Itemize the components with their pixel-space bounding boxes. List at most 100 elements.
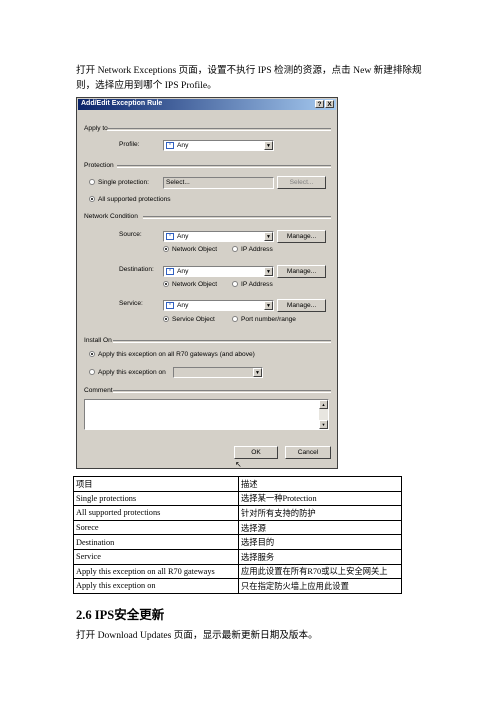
profile-label: Profile: [119, 141, 140, 148]
help-button[interactable]: ? [315, 100, 324, 108]
radio-icon [89, 196, 95, 203]
section-heading: 2.6 IPS安全更新 [76, 608, 165, 622]
ip-address-label: IP Address [241, 281, 273, 288]
comment-section: Comment [84, 387, 113, 394]
close-button[interactable]: X [325, 100, 334, 108]
table-cell: Apply this exception on [73, 578, 239, 594]
radio-icon [163, 246, 169, 253]
source-value: Any [177, 233, 189, 240]
single-protection-radio[interactable]: Single protection: [89, 179, 149, 186]
chevron-down-icon[interactable]: ▼ [264, 301, 273, 310]
object-icon: * [166, 268, 174, 275]
source-label: Source: [119, 231, 142, 238]
table-cell: 选择源 [238, 519, 402, 536]
apply-on-radio[interactable]: Apply this exception on [89, 369, 166, 376]
service-dropdown[interactable]: * Any ▼ [163, 300, 274, 311]
destination-ip-address-radio[interactable]: IP Address [232, 281, 273, 288]
select-button[interactable]: Select... [277, 176, 326, 189]
service-object-radio[interactable]: Service Object [163, 316, 215, 323]
scroll-down-icon[interactable]: ▼ [319, 420, 328, 429]
table-row: Destination 选择目的 [73, 534, 402, 550]
comment-scrollbar[interactable]: ▲ ▼ [319, 400, 328, 429]
table-header-row: 项目 描述 [73, 476, 402, 492]
ok-button[interactable]: OK [234, 446, 278, 459]
object-icon: * [166, 142, 174, 149]
protection-section: Protection [84, 162, 114, 169]
outro-paragraph: 打开 Download Updates 页面，显示最新更新日期及版本。 [76, 630, 318, 641]
source-ip-address-radio[interactable]: IP Address [232, 246, 273, 253]
destination-manage-button[interactable]: Manage... [277, 265, 326, 278]
gateway-dropdown[interactable]: ▼ [173, 367, 263, 378]
radio-icon [89, 369, 95, 376]
apply-on-label: Apply this exception on [98, 369, 166, 376]
single-protection-value: Select... [166, 179, 190, 186]
cancel-button[interactable]: Cancel [285, 446, 331, 459]
table-cell: All supported protections [73, 505, 239, 521]
destination-value: Any [177, 268, 189, 275]
chevron-down-icon[interactable]: ▼ [264, 141, 273, 150]
chevron-down-icon[interactable]: ▼ [264, 267, 273, 276]
table-cell: 选择目的 [238, 534, 402, 550]
table-row: Apply this exception on all R70 gateways… [73, 563, 402, 580]
table-cell: Apply this exception on all R70 gateways [73, 563, 239, 580]
service-manage-button[interactable]: Manage... [277, 299, 326, 312]
source-manage-button[interactable]: Manage... [277, 230, 326, 243]
divider [113, 340, 331, 343]
all-protections-radio[interactable]: All supported protections [89, 196, 171, 203]
apply-all-label: Apply this exception on all R70 gateways… [98, 351, 255, 358]
mouse-cursor-icon: ↖ [235, 460, 242, 469]
install-on-section: Install On [84, 337, 112, 344]
port-number-label: Port number/range [241, 316, 296, 323]
dialog-title: Add/Edit Exception Rule [81, 100, 163, 107]
network-object-label: Network Object [172, 246, 218, 253]
table-cell: Destination [73, 534, 239, 550]
dialog-titlebar: Add/Edit Exception Rule ? X [78, 99, 336, 110]
service-value: Any [177, 302, 189, 309]
destination-network-object-radio[interactable]: Network Object [163, 281, 217, 288]
chevron-down-icon[interactable]: ▼ [253, 368, 262, 377]
service-label: Service: [119, 300, 143, 307]
divider [107, 128, 331, 131]
source-network-object-radio[interactable]: Network Object [163, 246, 217, 253]
table-header-cell: 描述 [238, 476, 402, 492]
radio-icon [163, 281, 169, 288]
table-row: Single protections 选择某一种Protection [73, 490, 402, 507]
table-row: Sorece 选择源 [73, 519, 402, 536]
exception-rule-dialog: Add/Edit Exception Rule ? X Apply to Pro… [76, 97, 338, 469]
table-cell: 针对所有支持的防护 [238, 505, 402, 521]
destination-dropdown[interactable]: * Any ▼ [163, 266, 274, 277]
profile-dropdown[interactable]: * Any ▼ [163, 140, 274, 151]
description-table: 项目 描述 Single protections 选择某一种Protection… [73, 476, 402, 594]
port-number-radio[interactable]: Port number/range [232, 316, 296, 323]
table-cell: Single protections [73, 490, 239, 507]
scroll-up-icon[interactable]: ▲ [319, 400, 328, 409]
network-object-label: Network Object [172, 281, 218, 288]
apply-all-gateways-radio[interactable]: Apply this exception on all R70 gateways… [89, 351, 255, 358]
radio-icon [163, 316, 169, 323]
apply-to-section: Apply to [84, 125, 108, 132]
single-protection-field: Select... [163, 177, 274, 189]
single-protection-label: Single protection: [98, 179, 149, 186]
comment-textarea[interactable]: ▲ ▼ [84, 399, 329, 430]
all-protections-label: All supported protections [98, 196, 171, 203]
table-row: Service 选择服务 [73, 548, 402, 565]
chevron-down-icon[interactable]: ▼ [264, 232, 273, 241]
table-cell: 应用此设置在所有R70或以上安全网关上 [238, 563, 402, 580]
service-object-label: Service Object [172, 316, 215, 323]
divider [143, 216, 331, 219]
intro-paragraph: 打开 Network Exceptions 页面，设置不执行 IPS 检测的资源… [76, 65, 422, 91]
divider [113, 390, 331, 393]
table-cell: 只在指定防火墙上应用此设置 [238, 578, 402, 594]
ip-address-label: IP Address [241, 246, 273, 253]
object-icon: * [166, 233, 174, 240]
table-cell: Sorece [73, 519, 239, 536]
radio-icon [232, 281, 238, 288]
source-dropdown[interactable]: * Any ▼ [163, 231, 274, 242]
table-row: Apply this exception on 只在指定防火墙上应用此设置 [73, 578, 402, 594]
radio-icon [232, 246, 238, 253]
network-condition-section: Network Condition [84, 213, 138, 220]
profile-value: Any [177, 142, 189, 149]
divider [117, 165, 331, 168]
destination-label: Destination: [119, 266, 154, 273]
radio-icon [232, 316, 238, 323]
